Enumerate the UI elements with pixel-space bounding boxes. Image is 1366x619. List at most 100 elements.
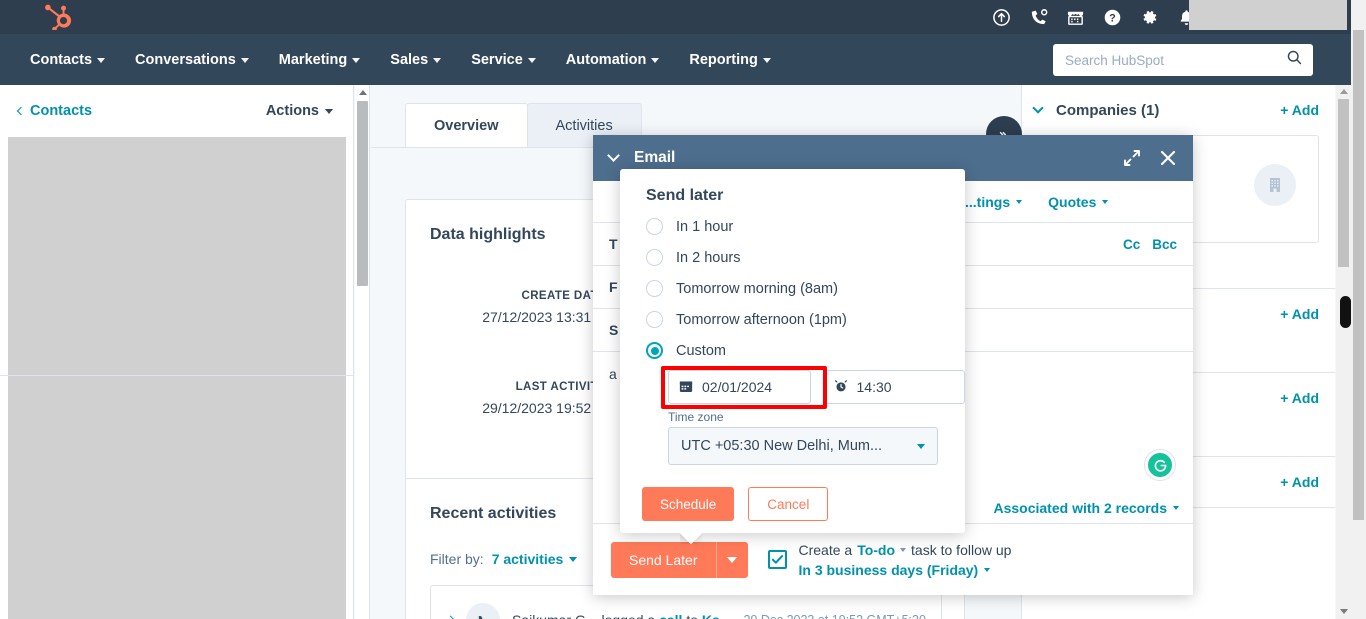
create-todo-checkbox[interactable]	[767, 550, 787, 569]
radio-icon[interactable]	[646, 218, 663, 235]
send-options-dropdown-button[interactable]	[715, 541, 748, 578]
schedule-time-input[interactable]: 14:30	[822, 370, 965, 404]
help-icon[interactable]: ?	[1103, 8, 1122, 27]
option-tomorrow-morning[interactable]: Tomorrow morning (8am)	[620, 273, 965, 304]
nav-item-service[interactable]: Service	[471, 52, 536, 68]
option-in-2-hours[interactable]: In 2 hours	[620, 242, 965, 273]
option-label: Custom	[676, 342, 726, 359]
option-tomorrow-afternoon[interactable]: Tomorrow afternoon (1pm)	[620, 304, 965, 335]
quotes-dropdown[interactable]: Quotes	[1048, 194, 1109, 210]
browser-scrollbar-thumb[interactable]	[1353, 30, 1364, 520]
activity-action-type[interactable]: call	[659, 612, 682, 619]
todo-due-date-dropdown[interactable]: In 3 business days (Friday)	[799, 562, 1012, 578]
search-input[interactable]	[1065, 52, 1286, 68]
page-scrollbar[interactable]	[1336, 85, 1351, 619]
todo-type-dropdown[interactable]: To-do	[857, 542, 895, 558]
cursor-caret-marker	[1340, 296, 1351, 328]
nav-item-reporting[interactable]: Reporting	[689, 52, 771, 68]
close-icon[interactable]	[1159, 149, 1177, 167]
cc-bcc-group: Cc Bcc	[1123, 237, 1177, 252]
scroll-up-arrow-icon[interactable]	[359, 90, 367, 95]
add-contact-button[interactable]: + Add	[1280, 474, 1319, 490]
radio-icon[interactable]	[646, 249, 663, 266]
chevron-down-icon[interactable]	[607, 149, 620, 162]
add-company-button[interactable]: + Add	[1280, 102, 1319, 118]
main-navigation-bar: Contacts Conversations Marketing Sales S…	[0, 34, 1366, 85]
nav-item-conversations[interactable]: Conversations	[135, 52, 249, 68]
nav-label: Service	[471, 51, 523, 68]
section-header: Companies (1) + Add	[1022, 85, 1335, 135]
alarm-clock-icon	[834, 379, 848, 396]
chevron-down-icon	[1102, 199, 1109, 204]
option-custom[interactable]: Custom	[620, 335, 965, 366]
highlight-value: 29/12/2023 19:52 G	[482, 400, 606, 416]
expand-icon[interactable]	[1123, 149, 1141, 167]
back-link-label: Contacts	[30, 103, 93, 119]
schedule-button[interactable]: Schedule	[642, 487, 735, 521]
add-deal-button[interactable]: + Add	[1280, 306, 1319, 322]
radio-icon-selected[interactable]	[646, 342, 663, 359]
schedule-date-input[interactable]: 02/01/2024	[668, 370, 811, 404]
option-label: In 2 hours	[676, 249, 741, 266]
back-to-contacts-link[interactable]: Contacts	[16, 103, 93, 119]
nav-item-marketing[interactable]: Marketing	[279, 52, 361, 68]
cc-link[interactable]: Cc	[1123, 237, 1140, 252]
chevron-down-icon	[433, 58, 442, 63]
search-icon[interactable]	[1286, 49, 1303, 71]
nav-item-group: Contacts Conversations Marketing Sales S…	[30, 34, 771, 85]
chevron-down-icon	[762, 58, 771, 63]
todo-line-1: Create a To-do task to follow up	[799, 542, 1012, 558]
radio-icon[interactable]	[646, 311, 663, 328]
nav-item-sales[interactable]: Sales	[390, 51, 442, 68]
upgrade-icon[interactable]	[992, 8, 1011, 27]
chevron-down-icon	[527, 58, 536, 63]
settings-icon[interactable]	[1140, 8, 1159, 27]
filter-label: Filter by:	[430, 551, 484, 567]
nav-label: Sales	[390, 51, 429, 68]
chevron-down-icon[interactable]	[1032, 102, 1044, 114]
add-ticket-button[interactable]: + Add	[1280, 390, 1319, 406]
marketplace-icon[interactable]	[1066, 8, 1085, 27]
send-later-split-button: Send Later	[611, 541, 748, 578]
bcc-link[interactable]: Bcc	[1152, 237, 1177, 252]
scroll-down-arrow-icon[interactable]	[1340, 609, 1348, 614]
activity-filter-row: Filter by: 7 activities	[430, 551, 578, 567]
left-sidebar-divider	[0, 375, 354, 376]
schedule-date-value: 02/01/2024	[702, 379, 773, 395]
activity-timestamp: 29 Dec 2023 at 19:52 GMT+5:30	[744, 613, 926, 619]
highlight-last-activity: LAST ACTIVITY 29/12/2023 19:52 G	[406, 381, 606, 416]
highlight-label: LAST ACTIVITY	[515, 381, 606, 393]
popover-actions: Schedule Cancel	[620, 465, 965, 521]
radio-icon[interactable]	[646, 280, 663, 297]
filter-value-dropdown[interactable]: 7 activities	[492, 551, 578, 567]
timezone-select[interactable]: UTC +05:30 New Delhi, Mum...	[668, 427, 938, 465]
chevron-down-icon	[727, 556, 737, 563]
tab-overview[interactable]: Overview	[405, 103, 528, 147]
actions-dropdown[interactable]: Actions	[266, 103, 333, 119]
actions-label: Actions	[265, 103, 319, 119]
chevron-down-icon	[917, 443, 925, 449]
hubspot-logo-icon[interactable]	[44, 4, 72, 32]
send-later-button[interactable]: Send Later	[611, 541, 716, 578]
data-highlights-title: Data highlights	[430, 226, 546, 243]
left-panel-scrollbar[interactable]	[355, 85, 370, 619]
option-in-1-hour[interactable]: In 1 hour	[620, 211, 965, 242]
chevron-down-icon	[651, 58, 660, 63]
nav-item-automation[interactable]: Automation	[566, 52, 660, 68]
scrollbar-thumb[interactable]	[357, 101, 368, 286]
expand-row-chevron-icon[interactable]	[445, 615, 456, 619]
cancel-button[interactable]: Cancel	[748, 487, 829, 521]
scroll-up-arrow-icon[interactable]	[1340, 89, 1348, 94]
nav-item-contacts[interactable]: Contacts	[30, 52, 106, 68]
company-building-icon	[1254, 164, 1296, 206]
meetings-dropdown[interactable]: ...tings	[965, 194, 1023, 210]
search-box[interactable]	[1053, 44, 1313, 76]
calling-icon[interactable]	[1029, 8, 1048, 27]
associated-records-dropdown[interactable]: Associated with 2 records	[993, 500, 1179, 516]
scrollbar-thumb[interactable]	[1338, 99, 1349, 267]
nav-label: Marketing	[278, 51, 348, 68]
activity-target[interactable]: Ka...	[702, 612, 732, 619]
chevron-down-icon[interactable]	[900, 547, 907, 552]
chevron-down-icon	[325, 108, 333, 114]
grammarly-icon[interactable]	[1145, 450, 1175, 480]
